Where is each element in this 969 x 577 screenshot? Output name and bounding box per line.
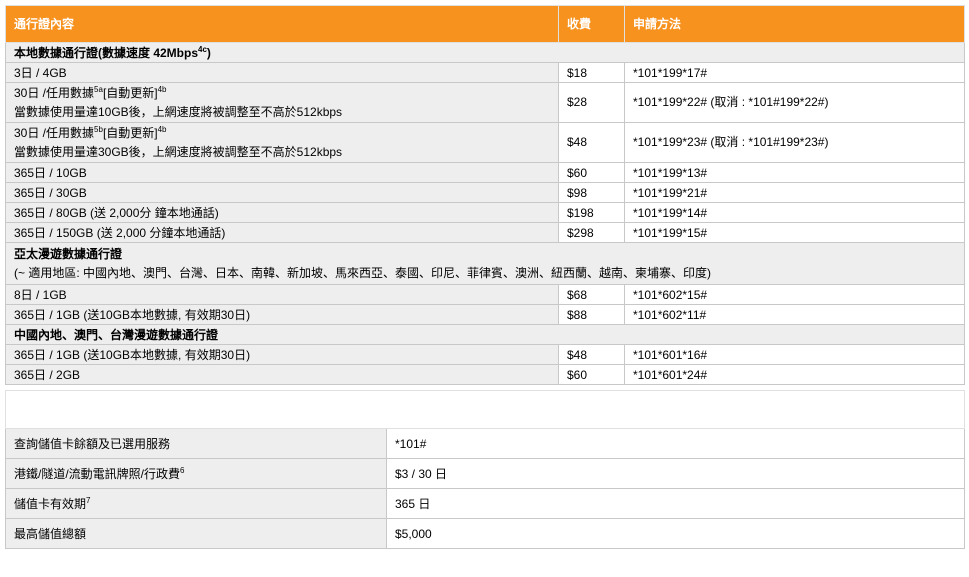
header-fee: 收費 xyxy=(558,5,625,43)
footnote-ref: 6 xyxy=(180,465,185,475)
plan-name: 365日 / 1GB (送10GB本地數據, 有效期30日) xyxy=(5,304,559,325)
plan-fee: $298 xyxy=(558,222,625,243)
local-section-close: ) xyxy=(206,45,211,60)
plan-method: *101*199*14# xyxy=(624,202,965,223)
footnote-ref: 5b xyxy=(94,124,103,134)
table-row: 365日 / 80GB (送 2,000分 鐘本地通話) $198 *101*1… xyxy=(5,202,965,223)
china-section-title: 中國內地、澳門、台灣漫遊數據通行證 xyxy=(5,324,965,345)
plan-method: *101*199*22# (取消 : *101#199*22#) xyxy=(624,82,965,123)
service-label-cell: 儲值卡有效期7 xyxy=(5,488,387,519)
table-row: 365日 / 150GB (送 2,000 分鐘本地通話) $298 *101*… xyxy=(5,222,965,243)
local-section-header: 本地數據通行證(數據速度 42Mbps4c) xyxy=(5,42,965,63)
plan-method: *101*199*17# xyxy=(624,62,965,83)
plan-name: 365日 / 150GB (送 2,000 分鐘本地通話) xyxy=(5,222,559,243)
asia-section-title: 亞太漫遊數據通行證 xyxy=(14,246,123,261)
table-row: 3日 / 4GB $18 *101*199*17# xyxy=(5,62,965,83)
plan-fee: $48 xyxy=(558,122,625,163)
plan-fee: $68 xyxy=(558,284,625,305)
plan-method: *101*199*13# xyxy=(624,162,965,183)
footnote-ref: 5a xyxy=(94,84,103,94)
service-label: 查詢儲值卡餘額及已選用服務 xyxy=(5,428,387,459)
footnote-ref: 4b xyxy=(157,124,167,134)
footnote-ref: 7 xyxy=(86,495,91,505)
plan-method: *101*602*15# xyxy=(624,284,965,305)
service-value: $5,000 xyxy=(385,518,966,549)
service-header: 服務查詢 xyxy=(4,390,966,429)
plan-name: 30日 /任用數據 xyxy=(14,125,95,140)
china-section-header: 中國內地、澳門、台灣漫遊數據通行證 xyxy=(5,324,965,345)
plan-fee: $88 xyxy=(558,304,625,325)
plan-note: 當數據使用量達10GB後，上網速度將被調整至不高於512kbps xyxy=(14,104,343,119)
table-row: 30日 /任用數據5b[自動更新]4b 當數據使用量達30GB後，上網速度將被調… xyxy=(5,122,965,163)
plan-name-rest: [自動更新] xyxy=(102,85,158,100)
service-table: 服務查詢 查詢儲值卡餘額及已選用服務 *101# 港鐵/隧道/流動電訊牌照/行政… xyxy=(4,390,966,549)
table-row: 365日 / 10GB $60 *101*199*13# xyxy=(5,162,965,183)
table-row: 8日 / 1GB $68 *101*602*15# xyxy=(5,284,965,305)
service-value: *101# xyxy=(385,428,966,459)
plan-method: *101*199*15# xyxy=(624,222,965,243)
plan-name: 365日 / 30GB xyxy=(5,182,559,203)
service-label-cell: 港鐵/隧道/流動電訊牌照/行政費6 xyxy=(5,458,387,489)
table-row: 365日 / 2GB $60 *101*601*24# xyxy=(5,364,965,385)
plan-fee: $18 xyxy=(558,62,625,83)
table-row: 最高儲值總額 $5,000 xyxy=(5,518,966,549)
table-row: 30日 /任用數據5a[自動更新]4b 當數據使用量達10GB後，上網速度將被調… xyxy=(5,82,965,123)
local-section-title: 本地數據通行證(數據速度 42Mbps xyxy=(14,45,199,60)
plan-note: 當數據使用量達30GB後，上網速度將被調整至不高於512kbps xyxy=(14,144,343,159)
service-value: $3 / 30 日 xyxy=(385,458,966,489)
service-label: 儲值卡有效期 xyxy=(14,496,87,511)
plan-fee: $198 xyxy=(558,202,625,223)
header-content: 通行證內容 xyxy=(5,5,559,43)
pass-table: 通行證內容 收費 申請方法 本地數據通行證(數據速度 42Mbps4c) 3日 … xyxy=(5,5,965,385)
table-row: 365日 / 30GB $98 *101*199*21# xyxy=(5,182,965,203)
header-method: 申請方法 xyxy=(624,5,965,43)
service-label: 最高儲值總額 xyxy=(5,518,387,549)
plan-name: 365日 / 80GB (送 2,000分 鐘本地通話) xyxy=(5,202,559,223)
plan-method: *101*199*23# (取消 : *101#199*23#) xyxy=(624,122,965,163)
service-value: 365 日 xyxy=(385,488,966,519)
plan-fee: $60 xyxy=(558,162,625,183)
plan-name: 365日 / 1GB (送10GB本地數據, 有效期30日) xyxy=(5,344,559,365)
plan-fee: $48 xyxy=(558,344,625,365)
service-label: 港鐵/隧道/流動電訊牌照/行政費 xyxy=(14,466,181,481)
plan-method: *101*602*11# xyxy=(624,304,965,325)
footnote-ref: 4c xyxy=(198,44,207,54)
footnote-ref: 4b xyxy=(157,84,167,94)
plan-name: 365日 / 10GB xyxy=(5,162,559,183)
plan-name: 365日 / 2GB xyxy=(5,364,559,385)
plan-fee: $28 xyxy=(558,82,625,123)
plan-name: 3日 / 4GB xyxy=(5,62,559,83)
plan-name-cell: 30日 /任用數據5b[自動更新]4b 當數據使用量達30GB後，上網速度將被調… xyxy=(5,122,559,163)
table-row: 365日 / 1GB (送10GB本地數據, 有效期30日) $48 *101*… xyxy=(5,344,965,365)
table-row: 港鐵/隧道/流動電訊牌照/行政費6 $3 / 30 日 xyxy=(5,458,966,489)
pass-table-header: 通行證內容 收費 申請方法 xyxy=(5,5,965,43)
plan-name-rest: [自動更新] xyxy=(102,125,158,140)
plan-name: 30日 /任用數據 xyxy=(14,85,95,100)
page-content: 通行證內容 收費 申請方法 本地數據通行證(數據速度 42Mbps4c) 3日 … xyxy=(4,5,966,549)
plan-fee: $98 xyxy=(558,182,625,203)
plan-method: *101*199*21# xyxy=(624,182,965,203)
service-table-header: 服務查詢 xyxy=(4,390,966,429)
plan-name: 8日 / 1GB xyxy=(5,284,559,305)
table-row: 查詢儲值卡餘額及已選用服務 *101# xyxy=(5,428,966,459)
asia-section-regions: (~ 適用地區: 中國內地、澳門、台灣、日本、南韓、新加坡、馬來西亞、泰國、印尼… xyxy=(14,265,712,280)
asia-section-header: 亞太漫遊數據通行證 (~ 適用地區: 中國內地、澳門、台灣、日本、南韓、新加坡、… xyxy=(5,242,965,285)
plan-name-cell: 30日 /任用數據5a[自動更新]4b 當數據使用量達10GB後，上網速度將被調… xyxy=(5,82,559,123)
plan-fee: $60 xyxy=(558,364,625,385)
plan-method: *101*601*16# xyxy=(624,344,965,365)
table-row: 儲值卡有效期7 365 日 xyxy=(5,488,966,519)
plan-method: *101*601*24# xyxy=(624,364,965,385)
table-row: 365日 / 1GB (送10GB本地數據, 有效期30日) $88 *101*… xyxy=(5,304,965,325)
